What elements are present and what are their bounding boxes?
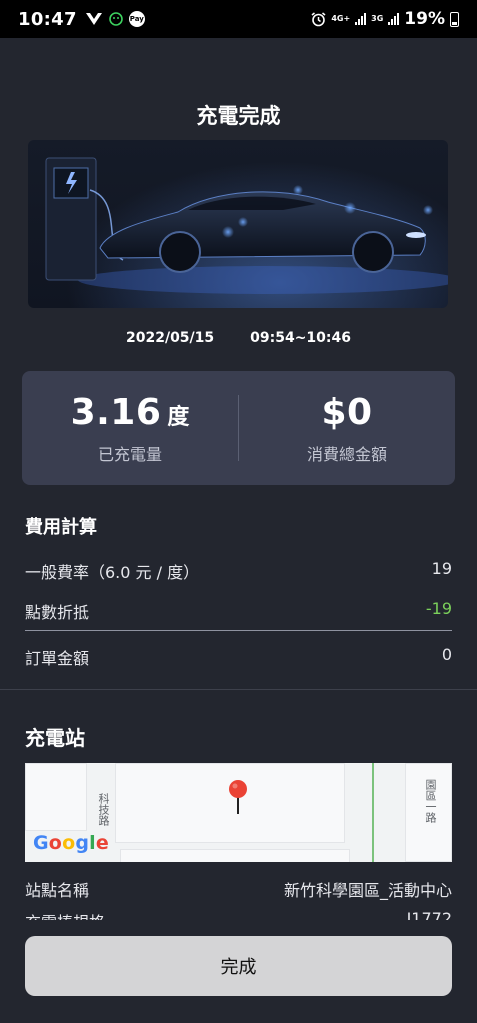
signal-bars-icon	[388, 13, 400, 25]
section-divider	[0, 689, 477, 690]
billing-row-value: -19	[425, 599, 452, 618]
map-green-line	[372, 763, 374, 862]
station-title: 充電站	[25, 726, 85, 750]
session-info: 2022/05/15 09:54~10:46	[0, 330, 477, 346]
cost-value: $0	[321, 391, 373, 433]
charger-spec-value: J1772	[406, 909, 452, 920]
network-type-1: 4G+	[331, 14, 351, 23]
energy-unit: 度	[167, 404, 190, 430]
status-system-icons: 4G+ 3G 19%	[311, 9, 459, 29]
energy-value: 3.16	[70, 391, 162, 433]
map-block	[120, 849, 350, 862]
map-pin-icon	[229, 780, 247, 814]
energy-summary: 3.16 度 已充電量	[22, 392, 238, 465]
station-name-row: 站點名稱 新竹科學園區_活動中心	[25, 877, 452, 901]
signal-v-icon	[85, 13, 102, 25]
google-logo: Google	[33, 832, 109, 854]
session-time-range: 09:54~10:46	[250, 330, 351, 346]
billing-divider	[25, 630, 452, 631]
ev-car-charger-image	[45, 157, 448, 294]
map-block	[25, 763, 87, 831]
billing-row-label: 一般費率（6.0 元 / 度）	[25, 563, 200, 582]
status-bar: 10:47 Pay 4G+ 3G 19%	[0, 0, 477, 38]
charger-spec-row: 充電樁規格 J1772	[25, 906, 452, 920]
charger-spec-label: 充電樁規格	[25, 909, 105, 920]
map-road-label: 園區一路	[424, 779, 437, 823]
session-date: 2022/05/15	[125, 330, 215, 346]
signal-bars-icon	[355, 13, 367, 25]
battery-icon	[450, 11, 459, 27]
billing-title: 費用計算	[25, 517, 97, 538]
status-time: 10:47	[18, 8, 77, 30]
billing-row: 一般費率（6.0 元 / 度） 19	[25, 559, 452, 583]
billing-row-value: 19	[431, 559, 452, 578]
alarm-icon	[311, 11, 326, 26]
summary-card: 3.16 度 已充電量 $0 消費總金額	[22, 371, 455, 485]
billing-total-row: 訂單金額 0	[25, 645, 452, 669]
cost-label: 消費總金額	[306, 444, 387, 464]
page-title: 充電完成	[196, 104, 281, 128]
charging-illustration	[28, 140, 448, 308]
wechat-icon	[108, 12, 123, 26]
status-notification-icons: Pay	[85, 11, 145, 27]
station-name-label: 站點名稱	[25, 881, 90, 900]
pay-icon: Pay	[128, 11, 145, 27]
billing-row-label: 訂單金額	[25, 649, 90, 668]
map-road-label: 科技路	[97, 793, 110, 826]
station-map[interactable]: 科技路 園區一路 Google	[25, 763, 452, 862]
done-button[interactable]: 完成	[25, 936, 452, 996]
bottom-action-bar: 完成	[0, 920, 477, 1023]
billing-row-value: 0	[441, 645, 452, 664]
battery-percent: 19%	[404, 9, 445, 29]
billing-row-label: 點數折抵	[25, 603, 90, 622]
billing-row: 點數折抵 -19	[25, 599, 452, 623]
network-type-2: 3G	[371, 14, 384, 23]
cost-summary: $0 消費總金額	[239, 392, 455, 465]
energy-label: 已充電量	[97, 444, 162, 464]
station-name-value: 新竹科學園區_活動中心	[283, 881, 452, 900]
